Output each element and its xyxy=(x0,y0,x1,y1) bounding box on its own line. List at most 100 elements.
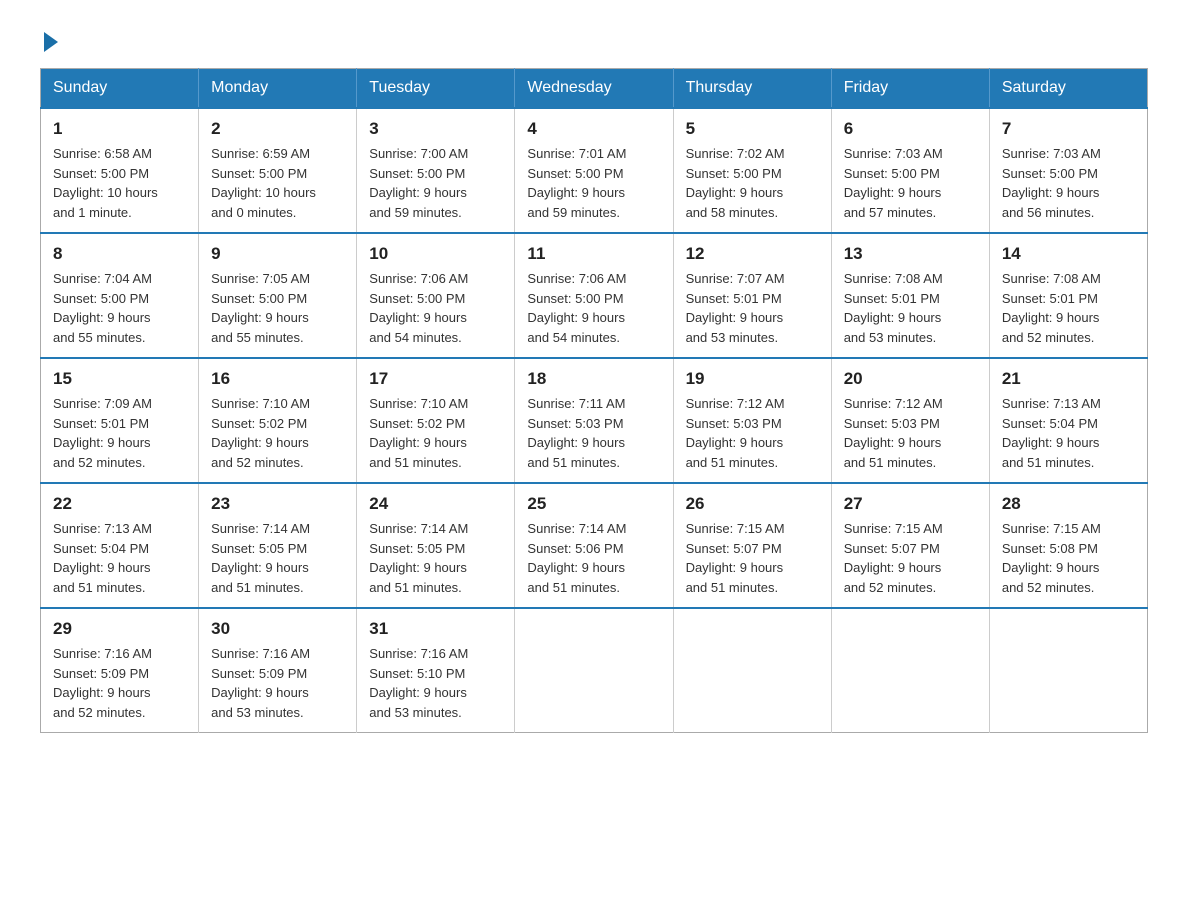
day-number: 11 xyxy=(527,244,660,264)
calendar-cell: 9 Sunrise: 7:05 AM Sunset: 5:00 PM Daylig… xyxy=(199,233,357,358)
calendar-header-thursday: Thursday xyxy=(673,69,831,109)
day-number: 17 xyxy=(369,369,502,389)
calendar-cell xyxy=(831,608,989,733)
day-number: 4 xyxy=(527,119,660,139)
day-number: 12 xyxy=(686,244,819,264)
day-info: Sunrise: 7:04 AM Sunset: 5:00 PM Dayligh… xyxy=(53,269,186,347)
day-info: Sunrise: 6:59 AM Sunset: 5:00 PM Dayligh… xyxy=(211,144,344,222)
calendar-cell: 29Sunrise: 7:16 AM Sunset: 5:09 PM Dayli… xyxy=(41,608,199,733)
calendar-cell: 11 Sunrise: 7:06 AM Sunset: 5:00 PM Dayli… xyxy=(515,233,673,358)
day-info: Sunrise: 7:05 AM Sunset: 5:00 PM Dayligh… xyxy=(211,269,344,347)
calendar-cell: 22 Sunrise: 7:13 AM Sunset: 5:04 PM Dayli… xyxy=(41,483,199,608)
calendar-table: SundayMondayTuesdayWednesdayThursdayFrid… xyxy=(40,68,1148,733)
day-info: Sunrise: 7:15 AM Sunset: 5:08 PM Dayligh… xyxy=(1002,519,1135,597)
day-info: Sunrise: 7:12 AM Sunset: 5:03 PM Dayligh… xyxy=(844,394,977,472)
calendar-cell: 1 Sunrise: 6:58 AM Sunset: 5:00 PM Daylig… xyxy=(41,108,199,233)
calendar-cell: 8 Sunrise: 7:04 AM Sunset: 5:00 PM Daylig… xyxy=(41,233,199,358)
day-info: Sunrise: 7:14 AM Sunset: 5:05 PM Dayligh… xyxy=(369,519,502,597)
day-number: 25 xyxy=(527,494,660,514)
calendar-header-row: SundayMondayTuesdayWednesdayThursdayFrid… xyxy=(41,69,1148,109)
calendar-cell: 12 Sunrise: 7:07 AM Sunset: 5:01 PM Dayli… xyxy=(673,233,831,358)
calendar-cell xyxy=(989,608,1147,733)
day-number: 21 xyxy=(1002,369,1135,389)
day-number: 28 xyxy=(1002,494,1135,514)
calendar-cell: 24Sunrise: 7:14 AM Sunset: 5:05 PM Dayli… xyxy=(357,483,515,608)
day-info: Sunrise: 7:16 AM Sunset: 5:09 PM Dayligh… xyxy=(211,644,344,722)
day-info: Sunrise: 6:58 AM Sunset: 5:00 PM Dayligh… xyxy=(53,144,186,222)
calendar-cell: 27 Sunrise: 7:15 AM Sunset: 5:07 PM Dayli… xyxy=(831,483,989,608)
day-number: 13 xyxy=(844,244,977,264)
day-info: Sunrise: 7:03 AM Sunset: 5:00 PM Dayligh… xyxy=(844,144,977,222)
day-number: 2 xyxy=(211,119,344,139)
day-info: Sunrise: 7:07 AM Sunset: 5:01 PM Dayligh… xyxy=(686,269,819,347)
day-info: Sunrise: 7:14 AM Sunset: 5:05 PM Dayligh… xyxy=(211,519,344,597)
day-number: 16 xyxy=(211,369,344,389)
day-info: Sunrise: 7:15 AM Sunset: 5:07 PM Dayligh… xyxy=(686,519,819,597)
day-info: Sunrise: 7:12 AM Sunset: 5:03 PM Dayligh… xyxy=(686,394,819,472)
day-info: Sunrise: 7:11 AM Sunset: 5:03 PM Dayligh… xyxy=(527,394,660,472)
calendar-header-wednesday: Wednesday xyxy=(515,69,673,109)
calendar-cell: 13 Sunrise: 7:08 AM Sunset: 5:01 PM Dayli… xyxy=(831,233,989,358)
day-info: Sunrise: 7:08 AM Sunset: 5:01 PM Dayligh… xyxy=(844,269,977,347)
day-info: Sunrise: 7:16 AM Sunset: 5:10 PM Dayligh… xyxy=(369,644,502,722)
calendar-cell: 28 Sunrise: 7:15 AM Sunset: 5:08 PM Dayli… xyxy=(989,483,1147,608)
day-number: 20 xyxy=(844,369,977,389)
day-info: Sunrise: 7:03 AM Sunset: 5:00 PM Dayligh… xyxy=(1002,144,1135,222)
day-info: Sunrise: 7:08 AM Sunset: 5:01 PM Dayligh… xyxy=(1002,269,1135,347)
day-info: Sunrise: 7:16 AM Sunset: 5:09 PM Dayligh… xyxy=(53,644,186,722)
calendar-cell: 25 Sunrise: 7:14 AM Sunset: 5:06 PM Dayli… xyxy=(515,483,673,608)
day-number: 27 xyxy=(844,494,977,514)
day-number: 19 xyxy=(686,369,819,389)
calendar-cell: 30 Sunrise: 7:16 AM Sunset: 5:09 PM Dayli… xyxy=(199,608,357,733)
day-number: 31 xyxy=(369,619,502,639)
day-number: 23 xyxy=(211,494,344,514)
calendar-cell: 7 Sunrise: 7:03 AM Sunset: 5:00 PM Daylig… xyxy=(989,108,1147,233)
day-number: 10 xyxy=(369,244,502,264)
day-info: Sunrise: 7:13 AM Sunset: 5:04 PM Dayligh… xyxy=(1002,394,1135,472)
calendar-header-saturday: Saturday xyxy=(989,69,1147,109)
calendar-header-monday: Monday xyxy=(199,69,357,109)
calendar-cell: 3Sunrise: 7:00 AM Sunset: 5:00 PM Daylig… xyxy=(357,108,515,233)
day-info: Sunrise: 7:14 AM Sunset: 5:06 PM Dayligh… xyxy=(527,519,660,597)
day-info: Sunrise: 7:01 AM Sunset: 5:00 PM Dayligh… xyxy=(527,144,660,222)
day-number: 18 xyxy=(527,369,660,389)
day-number: 1 xyxy=(53,119,186,139)
day-number: 9 xyxy=(211,244,344,264)
day-number: 7 xyxy=(1002,119,1135,139)
calendar-week-row: 15Sunrise: 7:09 AM Sunset: 5:01 PM Dayli… xyxy=(41,358,1148,483)
calendar-cell: 23 Sunrise: 7:14 AM Sunset: 5:05 PM Dayli… xyxy=(199,483,357,608)
logo-triangle-icon xyxy=(44,32,58,52)
day-info: Sunrise: 7:06 AM Sunset: 5:00 PM Dayligh… xyxy=(369,269,502,347)
day-number: 26 xyxy=(686,494,819,514)
day-number: 30 xyxy=(211,619,344,639)
calendar-week-row: 8 Sunrise: 7:04 AM Sunset: 5:00 PM Daylig… xyxy=(41,233,1148,358)
calendar-cell: 17Sunrise: 7:10 AM Sunset: 5:02 PM Dayli… xyxy=(357,358,515,483)
calendar-cell xyxy=(673,608,831,733)
calendar-cell: 5Sunrise: 7:02 AM Sunset: 5:00 PM Daylig… xyxy=(673,108,831,233)
day-number: 6 xyxy=(844,119,977,139)
day-number: 3 xyxy=(369,119,502,139)
day-info: Sunrise: 7:13 AM Sunset: 5:04 PM Dayligh… xyxy=(53,519,186,597)
calendar-cell: 2 Sunrise: 6:59 AM Sunset: 5:00 PM Daylig… xyxy=(199,108,357,233)
calendar-header-tuesday: Tuesday xyxy=(357,69,515,109)
calendar-cell: 10 Sunrise: 7:06 AM Sunset: 5:00 PM Dayli… xyxy=(357,233,515,358)
day-number: 22 xyxy=(53,494,186,514)
calendar-cell: 16Sunrise: 7:10 AM Sunset: 5:02 PM Dayli… xyxy=(199,358,357,483)
page-header xyxy=(40,30,1148,48)
calendar-week-row: 1 Sunrise: 6:58 AM Sunset: 5:00 PM Daylig… xyxy=(41,108,1148,233)
calendar-cell: 21 Sunrise: 7:13 AM Sunset: 5:04 PM Dayli… xyxy=(989,358,1147,483)
calendar-header-friday: Friday xyxy=(831,69,989,109)
day-info: Sunrise: 7:06 AM Sunset: 5:00 PM Dayligh… xyxy=(527,269,660,347)
calendar-week-row: 22 Sunrise: 7:13 AM Sunset: 5:04 PM Dayli… xyxy=(41,483,1148,608)
day-number: 8 xyxy=(53,244,186,264)
logo xyxy=(40,30,58,48)
calendar-cell: 20 Sunrise: 7:12 AM Sunset: 5:03 PM Dayli… xyxy=(831,358,989,483)
calendar-cell: 15Sunrise: 7:09 AM Sunset: 5:01 PM Dayli… xyxy=(41,358,199,483)
day-info: Sunrise: 7:02 AM Sunset: 5:00 PM Dayligh… xyxy=(686,144,819,222)
calendar-week-row: 29Sunrise: 7:16 AM Sunset: 5:09 PM Dayli… xyxy=(41,608,1148,733)
calendar-cell: 26 Sunrise: 7:15 AM Sunset: 5:07 PM Dayli… xyxy=(673,483,831,608)
calendar-cell: 18 Sunrise: 7:11 AM Sunset: 5:03 PM Dayli… xyxy=(515,358,673,483)
day-info: Sunrise: 7:15 AM Sunset: 5:07 PM Dayligh… xyxy=(844,519,977,597)
calendar-header-sunday: Sunday xyxy=(41,69,199,109)
calendar-cell: 19 Sunrise: 7:12 AM Sunset: 5:03 PM Dayli… xyxy=(673,358,831,483)
